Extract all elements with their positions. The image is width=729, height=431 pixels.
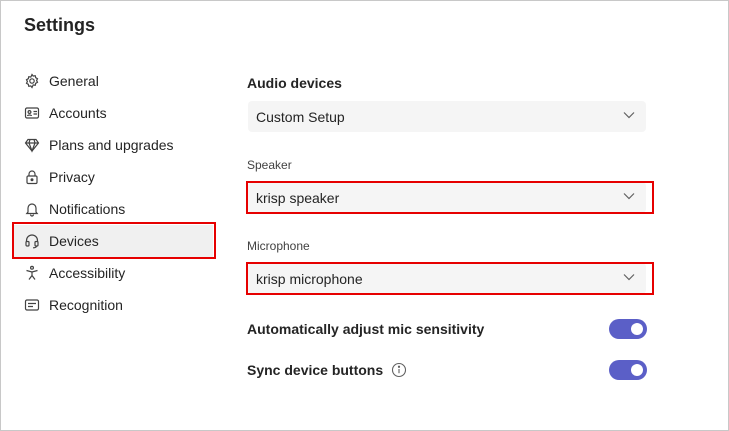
id-card-icon	[23, 104, 41, 122]
sidebar-item-label: Accounts	[49, 105, 107, 121]
chevron-down-icon	[622, 189, 636, 206]
microphone-value: krisp microphone	[256, 270, 363, 287]
sidebar-item-privacy[interactable]: Privacy	[13, 161, 213, 193]
microphone-dropdown[interactable]: krisp microphone	[248, 263, 646, 294]
info-icon[interactable]	[391, 362, 407, 378]
bell-icon	[23, 200, 41, 218]
audio-devices-dropdown[interactable]: Custom Setup	[248, 101, 646, 132]
sidebar-item-label: Plans and upgrades	[49, 137, 174, 153]
sidebar-item-recognition[interactable]: Recognition	[13, 289, 213, 321]
sync-device-buttons-row: Sync device buttons	[247, 358, 647, 382]
sidebar-item-devices[interactable]: Devices	[13, 225, 213, 257]
sync-device-buttons-label: Sync device buttons	[247, 362, 384, 378]
sidebar-item-notifications[interactable]: Notifications	[13, 193, 213, 225]
sidebar-item-general[interactable]: General	[13, 65, 213, 97]
sidebar-item-label: Recognition	[49, 297, 123, 313]
toggle-knob	[631, 364, 643, 376]
toggle-knob	[631, 323, 643, 335]
sidebar-item-accounts[interactable]: Accounts	[13, 97, 213, 129]
sync-device-buttons-label-group: Sync device buttons	[247, 362, 407, 378]
chevron-down-icon	[622, 270, 636, 287]
sync-device-buttons-toggle[interactable]	[609, 360, 647, 380]
sidebar-item-accessibility[interactable]: Accessibility	[13, 257, 213, 289]
auto-adjust-mic-row: Automatically adjust mic sensitivity	[247, 317, 647, 341]
sidebar-item-label: General	[49, 73, 99, 89]
audio-devices-value: Custom Setup	[256, 108, 345, 125]
gear-icon	[23, 72, 41, 90]
settings-window: Settings General Accounts Plans and upgr…	[0, 0, 729, 431]
recognition-icon	[23, 296, 41, 314]
microphone-label: Microphone	[247, 239, 310, 253]
sidebar-item-label: Devices	[49, 233, 99, 249]
diamond-icon	[23, 136, 41, 154]
auto-adjust-mic-toggle[interactable]	[609, 319, 647, 339]
sidebar-item-plans-and-upgrades[interactable]: Plans and upgrades	[13, 129, 213, 161]
sidebar-item-label: Notifications	[49, 201, 126, 217]
lock-icon	[23, 168, 41, 186]
accessibility-icon	[23, 264, 41, 282]
audio-devices-heading: Audio devices	[247, 75, 342, 91]
speaker-dropdown[interactable]: krisp speaker	[248, 182, 646, 213]
sidebar-item-label: Privacy	[49, 169, 95, 185]
sidebar-item-label: Accessibility	[49, 265, 126, 281]
chevron-down-icon	[622, 108, 636, 125]
headset-icon	[23, 232, 41, 250]
auto-adjust-mic-label: Automatically adjust mic sensitivity	[247, 321, 485, 337]
speaker-value: krisp speaker	[256, 189, 340, 206]
page-title: Settings	[24, 15, 96, 35]
speaker-label: Speaker	[247, 158, 292, 172]
